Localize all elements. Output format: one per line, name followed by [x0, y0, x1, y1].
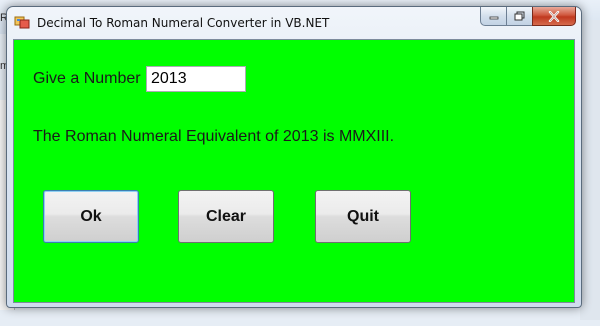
close-button[interactable] [532, 7, 576, 26]
quit-button[interactable]: Quit [315, 190, 411, 243]
restore-icon [514, 11, 525, 21]
desktop: Re m Decimal To Roman Numeral Converter … [0, 0, 600, 326]
result-text: The Roman Numeral Equivalent of 2013 is … [33, 128, 395, 145]
minimize-icon [489, 16, 498, 20]
app-icon [14, 15, 30, 29]
window-title: Decimal To Roman Numeral Converter in VB… [37, 16, 330, 30]
number-input[interactable] [146, 66, 246, 92]
close-icon [548, 10, 560, 22]
form-client-area: Give a Number The Roman Numeral Equivale… [13, 39, 575, 303]
background-window-edge [580, 20, 600, 320]
title-bar[interactable]: Decimal To Roman Numeral Converter in VB… [7, 7, 581, 35]
ok-button[interactable]: Ok [43, 190, 139, 243]
number-label: Give a Number [33, 70, 141, 87]
clear-button[interactable]: Clear [178, 190, 274, 243]
maximize-button[interactable] [506, 7, 532, 26]
converter-window: Decimal To Roman Numeral Converter in VB… [6, 6, 582, 308]
minimize-button[interactable] [480, 7, 506, 26]
caption-buttons [480, 7, 576, 27]
